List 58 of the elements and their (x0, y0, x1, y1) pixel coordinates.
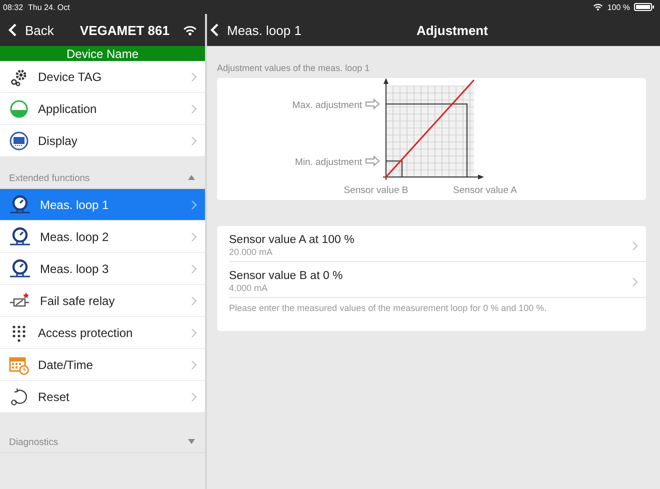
value-reading: 20.000 mA (229, 247, 274, 257)
battery-icon (634, 3, 654, 11)
device-name-bar: Device Name (0, 46, 205, 61)
calendar-clock-icon (9, 354, 29, 374)
chevron-icon (191, 328, 197, 338)
hint-text: Please enter the measured values of the measurement loop for 0 % and 100 %. (229, 302, 548, 313)
chevron-icon (191, 360, 197, 370)
value-row[interactable]: Sensor value B at 0 % 4.000 mA (229, 262, 646, 298)
arrow-icon (366, 155, 380, 167)
chevron-icon (191, 392, 197, 402)
value-reading: 4.000 mA (229, 283, 269, 293)
chevron-icon (632, 240, 638, 250)
triangle-icon (188, 439, 195, 444)
menu-item[interactable]: Meas. loop 2 (0, 221, 205, 253)
battery-percent: 100 % (607, 2, 630, 12)
wifi-icon (593, 3, 604, 11)
back-chevron-icon (8, 23, 17, 37)
menu-item[interactable]: Application (0, 93, 205, 125)
section-caption: Adjustment values of the meas. loop 1 (217, 63, 371, 73)
page-title: Adjustment (416, 22, 488, 38)
chevron-icon (632, 276, 638, 286)
gauge-icon (9, 226, 31, 246)
menu-item[interactable]: Meas. loop 1 (0, 189, 205, 221)
chevron-icon (191, 200, 197, 210)
chevron-icon (191, 232, 197, 242)
menu-item[interactable]: Access protection (0, 317, 205, 349)
status-date: Thu 24. Oct (28, 2, 70, 12)
chevron-icon (191, 136, 197, 146)
menu-item[interactable]: Fail safe relay (0, 285, 205, 317)
chevron-icon (191, 296, 197, 306)
value-label: Sensor value B at 0 % (229, 270, 343, 282)
triangle-icon (188, 175, 195, 180)
sensor-a-label: Sensor value A (453, 185, 517, 196)
back-button[interactable]: Back (8, 22, 54, 38)
half-circle-icon (9, 98, 29, 118)
back-button[interactable]: Meas. loop 1 (210, 22, 302, 38)
gauge-icon (9, 194, 31, 214)
status-time: 08:32 (3, 2, 24, 12)
chevron-icon (191, 72, 197, 82)
arrow-icon (366, 98, 380, 110)
menu-item[interactable]: Device TAG (0, 61, 205, 93)
chevron-icon (191, 264, 197, 274)
wifi-icon[interactable] (183, 24, 197, 36)
gauge-icon (9, 258, 31, 278)
menu-item[interactable]: Reset (0, 381, 205, 413)
value-row[interactable]: Sensor value A at 100 % 20.000 mA (229, 226, 646, 262)
back-chevron-icon (210, 23, 219, 37)
menu-item[interactable]: Meas. loop 3 (0, 253, 205, 285)
value-label: Sensor value A at 100 % (229, 234, 354, 246)
chevron-icon (191, 104, 197, 114)
min-adjustment-label: Min. adjustment (294, 157, 362, 168)
max-adjustment-label: Max. adjustment (292, 100, 362, 111)
nav-title: VEGAMET 861 (80, 22, 170, 38)
menu-item[interactable]: Date/Time (0, 349, 205, 381)
display-icon (9, 130, 29, 150)
reset-icon (9, 386, 29, 406)
sensor-b-label: Sensor value B (344, 185, 408, 196)
menu-item[interactable]: Display (0, 125, 205, 157)
